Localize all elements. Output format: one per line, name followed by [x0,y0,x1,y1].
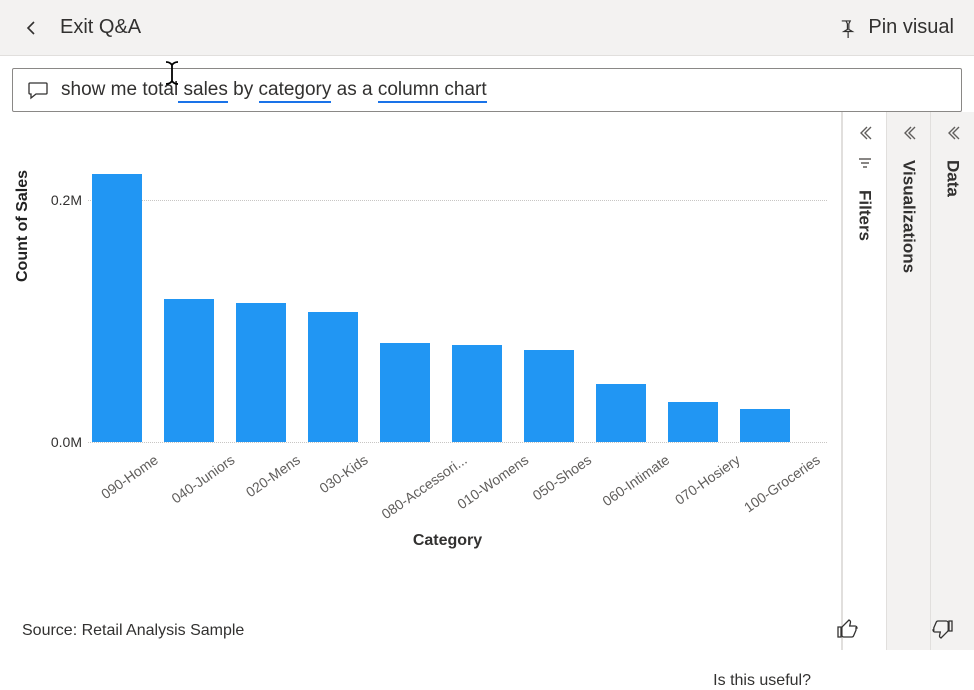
chart-bar[interactable] [92,174,142,442]
chevron-left-icon [25,21,39,35]
query-container: show me total sales by category as a col… [0,56,974,112]
chat-icon [27,79,49,101]
chart-bar[interactable] [308,312,358,443]
right-rail: Filters Visualizations Data [841,112,974,650]
collapse-icon [902,126,916,140]
visualizations-pane[interactable]: Visualizations [886,112,930,650]
chart-bar[interactable] [524,350,574,442]
x-tick-label: 100-Groceries [740,442,790,520]
chart-area: Count of Sales 0.0M0.2M 090-Home040-Juni… [0,112,841,650]
exit-qa-label[interactable]: Exit Q&A [60,16,141,39]
back-button[interactable] [20,16,44,40]
x-tick-label: 040-Juniors [164,442,214,520]
thumbs-up-icon [836,617,860,641]
filters-pane[interactable]: Filters [842,112,886,650]
query-text: show me total sales by category as a col… [61,79,487,101]
visualizations-label: Visualizations [899,160,919,273]
feedback-thumbs [836,617,954,644]
data-label: Data [943,160,963,197]
pin-visual-label: Pin visual [868,16,954,39]
chart-bar[interactable] [596,384,646,442]
chart-bar[interactable] [668,402,718,442]
thumbs-down-icon [930,617,954,641]
x-tick-label: 010-Womens [452,442,502,520]
qa-input[interactable]: show me total sales by category as a col… [12,68,962,112]
filters-label: Filters [855,190,875,241]
x-axis-title: Category [58,532,837,550]
thumbs-up-button[interactable] [836,617,860,644]
collapse-icon [858,126,872,140]
y-tick-label: 0.2M [38,192,82,208]
header-bar: Exit Q&A Pin visual [0,0,974,56]
filter-icon [858,156,872,170]
source-label: Source: Retail Analysis Sample [22,622,244,640]
pin-visual-button[interactable]: Pin visual [836,16,954,39]
x-tick-label: 020-Mens [236,442,286,520]
chart-bar[interactable] [164,299,214,442]
thumbs-down-button[interactable] [930,617,954,644]
data-pane[interactable]: Data [930,112,974,650]
chart-bar[interactable] [236,303,286,442]
x-tick-label: 080-Accessori... [380,442,430,520]
chart-bar[interactable] [380,343,430,442]
y-axis-title: Count of Sales [14,170,32,282]
x-tick-label: 030-Kids [308,442,358,520]
chart-bar[interactable] [740,409,790,442]
pin-icon [836,18,856,38]
x-tick-label: 090-Home [92,442,142,520]
x-tick-label: 050-Shoes [524,442,574,520]
x-tick-label: 070-Hosiery [668,442,718,520]
useful-prompt: Is this useful? [713,672,811,690]
collapse-icon [946,126,960,140]
x-tick-label: 060-Intimate [596,442,646,520]
chart-plot: 0.0M0.2M [88,152,827,442]
chart-bar[interactable] [452,345,502,442]
footer: Source: Retail Analysis Sample [22,622,952,640]
y-tick-label: 0.0M [38,434,82,450]
